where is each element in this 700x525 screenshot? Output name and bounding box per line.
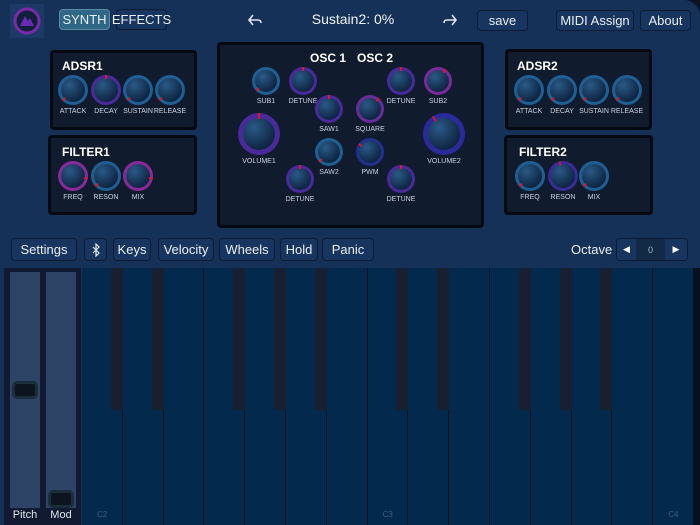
knob-sub1[interactable] <box>252 67 280 95</box>
wheels-area: Pitch Mod <box>4 268 81 525</box>
octave-value: 0 <box>636 239 665 260</box>
knob-cap <box>427 70 449 92</box>
knob-freq[interactable] <box>58 161 88 191</box>
synth-app: SYNTH EFFECTS Sustain2: 0% save MIDI Ass… <box>0 0 700 525</box>
panic-button[interactable]: Panic <box>322 238 374 261</box>
knob-label: MIX <box>587 194 601 201</box>
octave-up-button[interactable]: ▶ <box>665 239 687 260</box>
knob-cap <box>390 70 412 92</box>
note-label: C3 <box>382 510 393 519</box>
redo-icon[interactable] <box>441 11 459 29</box>
undo-icon[interactable] <box>246 11 264 29</box>
knob-cap <box>390 168 412 190</box>
knob-volume2[interactable] <box>423 113 465 155</box>
knob-label: RELEASE <box>610 108 644 115</box>
osc2-title: OSC 2 <box>357 51 394 65</box>
knob-decay[interactable] <box>91 75 121 105</box>
piano-keyboard: C2 C3 C4 <box>82 268 700 525</box>
knob-label: VOLUME1 <box>242 158 276 165</box>
mod-wheel[interactable] <box>46 272 76 508</box>
note-label: C2 <box>97 510 108 519</box>
knob-cap <box>551 164 575 188</box>
knob-detune[interactable] <box>289 67 317 95</box>
hold-button[interactable]: Hold <box>280 238 318 261</box>
bluetooth-icon <box>92 242 100 257</box>
knob-volume1[interactable] <box>238 113 280 155</box>
white-key[interactable] <box>163 268 205 525</box>
knob-label: MIX <box>131 194 145 201</box>
knob-cap <box>126 164 150 188</box>
keys-button[interactable]: Keys <box>113 238 151 261</box>
knob-saw1[interactable] <box>315 95 343 123</box>
knob-pwm[interactable] <box>356 138 384 166</box>
white-key[interactable] <box>612 268 654 525</box>
knob-cap <box>289 168 311 190</box>
knob-reson[interactable] <box>548 161 578 191</box>
panel-title: FILTER1 <box>62 145 110 159</box>
knob-reson[interactable] <box>91 161 121 191</box>
knob-decay[interactable] <box>547 75 577 105</box>
white-key[interactable]: C4 <box>653 268 694 525</box>
knob-sustain[interactable] <box>579 75 609 105</box>
octave-stepper: ◀ 0 ▶ <box>616 238 688 261</box>
about-button[interactable]: About <box>640 10 691 31</box>
knob-detune[interactable] <box>387 67 415 95</box>
panel-title: ADSR2 <box>517 59 558 73</box>
knob-cap <box>292 70 314 92</box>
knob-cap <box>318 98 340 120</box>
mod-wheel-handle[interactable] <box>48 490 74 508</box>
wheels-button[interactable]: Wheels <box>219 238 275 261</box>
knob-release[interactable] <box>155 75 185 105</box>
app-logo[interactable] <box>10 4 44 38</box>
tab-effects[interactable]: EFFECTS <box>112 9 171 30</box>
preset-title: Sustain2: 0% <box>311 11 395 27</box>
knob-cap <box>94 78 118 102</box>
bluetooth-button[interactable] <box>84 238 107 261</box>
midi-assign-button[interactable]: MIDI Assign <box>556 10 634 31</box>
panel-title: FILTER2 <box>519 145 567 159</box>
octave-label: Octave <box>571 242 613 257</box>
octave-down-button[interactable]: ◀ <box>617 239 636 260</box>
note-label: C4 <box>668 510 679 519</box>
knob-label: RELEASE <box>153 108 187 115</box>
white-key[interactable] <box>326 268 368 525</box>
knob-cap <box>61 164 85 188</box>
knob-label: VOLUME2 <box>427 158 461 165</box>
knob-mix[interactable] <box>123 161 153 191</box>
pitch-wheel-handle[interactable] <box>12 381 38 399</box>
knob-cap <box>428 118 460 150</box>
osc1-title: OSC 1 <box>310 51 347 65</box>
knob-mix[interactable] <box>579 161 609 191</box>
velocity-button[interactable]: Velocity <box>158 238 214 261</box>
knob-label: DETUNE <box>285 196 315 203</box>
knob-sub2[interactable] <box>424 67 452 95</box>
save-button[interactable]: save <box>477 10 528 31</box>
knob-label: SQUARE <box>355 126 385 133</box>
knob-attack[interactable] <box>514 75 544 105</box>
knob-sustain[interactable] <box>123 75 153 105</box>
knob-label: SUB2 <box>428 98 448 105</box>
settings-button[interactable]: Settings <box>11 238 77 261</box>
pitch-label: Pitch <box>12 509 38 521</box>
panel-title: ADSR1 <box>62 59 103 73</box>
knob-cap <box>243 118 275 150</box>
knob-release[interactable] <box>612 75 642 105</box>
tab-synth[interactable]: SYNTH <box>59 9 110 30</box>
white-key[interactable] <box>449 268 490 525</box>
knob-freq[interactable] <box>515 161 545 191</box>
knob-saw2[interactable] <box>315 138 343 166</box>
knob-cap <box>359 141 381 163</box>
pitch-wheel[interactable] <box>10 272 40 508</box>
knob-label: DETUNE <box>386 196 416 203</box>
mod-label: Mod <box>50 509 72 521</box>
knob-attack[interactable] <box>58 75 88 105</box>
mountain-logo-icon <box>13 7 41 35</box>
knob-detune[interactable] <box>387 165 415 193</box>
knob-detune[interactable] <box>286 165 314 193</box>
